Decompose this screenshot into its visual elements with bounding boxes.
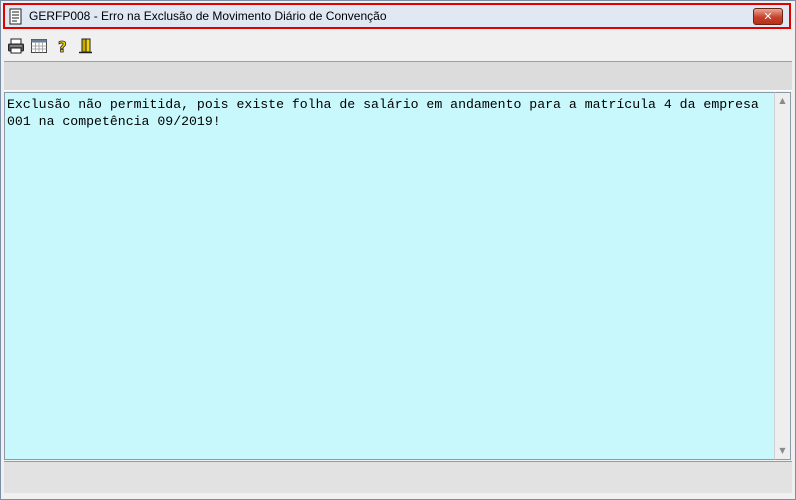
printer-icon[interactable]: [7, 37, 25, 55]
calendar-icon[interactable]: [30, 37, 48, 55]
message-area[interactable]: Exclusão não permitida, pois existe folh…: [4, 92, 774, 460]
error-message: Exclusão não permitida, pois existe folh…: [7, 97, 767, 129]
exit-door-icon[interactable]: [77, 37, 95, 55]
svg-text:?: ?: [58, 38, 67, 55]
close-icon: ✕: [763, 10, 773, 23]
question-mark-icon[interactable]: ?: [54, 37, 72, 57]
toolbar: ?: [3, 35, 793, 59]
close-button[interactable]: ✕: [753, 8, 783, 25]
status-bar: [4, 461, 792, 493]
title-bar[interactable]: GERFP008 - Erro na Exclusão de Movimento…: [3, 3, 791, 29]
document-icon: [9, 8, 23, 25]
scroll-down-icon[interactable]: ▼: [775, 443, 790, 459]
scroll-up-icon[interactable]: ▲: [775, 93, 790, 109]
error-window: GERFP008 - Erro na Exclusão de Movimento…: [0, 0, 796, 500]
vertical-scrollbar[interactable]: ▲ ▼: [774, 92, 791, 460]
header-panel: [4, 61, 792, 91]
window-title: GERFP008 - Erro na Exclusão de Movimento…: [29, 9, 387, 23]
